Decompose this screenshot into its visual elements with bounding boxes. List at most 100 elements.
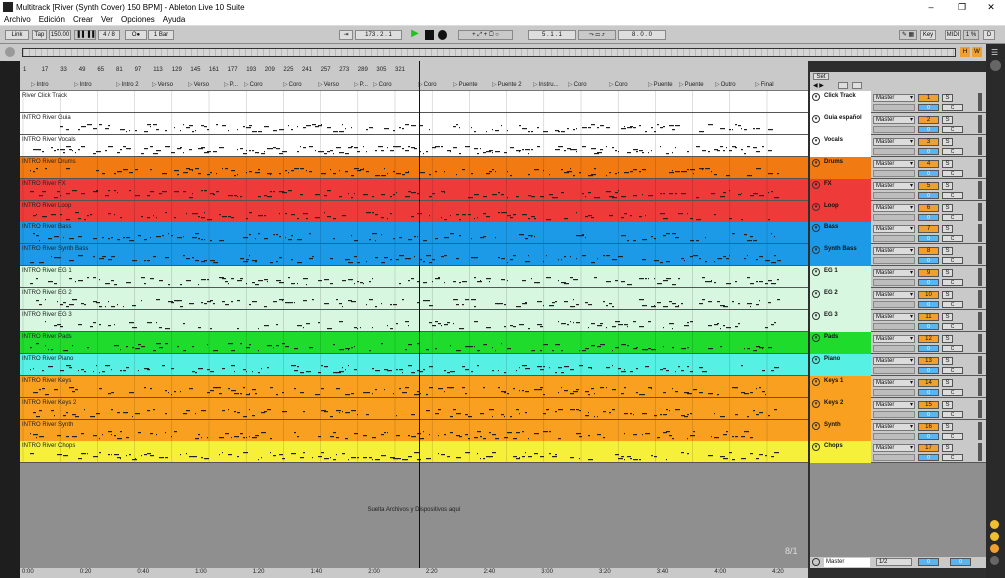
locator[interactable]: Intro 2 (116, 81, 139, 88)
output-channel[interactable] (873, 344, 915, 352)
lock-icon[interactable] (852, 82, 862, 89)
volume-field[interactable]: 0 (918, 454, 939, 462)
volume-field[interactable]: 0 (918, 366, 939, 374)
volume-field[interactable]: 0 (918, 432, 939, 440)
output-channel[interactable] (873, 279, 915, 287)
tap-button[interactable]: Tap (32, 30, 47, 40)
locator[interactable]: Puente 2 (492, 81, 522, 88)
solo-button[interactable]: S (942, 115, 953, 124)
menu-opciones[interactable]: Opciones (121, 15, 155, 24)
master-pan[interactable]: 0 (950, 558, 971, 566)
pan-field[interactable]: C (942, 213, 963, 221)
track-name[interactable]: Guia español (824, 115, 862, 121)
track-name[interactable]: Drums (824, 159, 843, 165)
master-vol[interactable]: 0 (918, 558, 939, 566)
track-activator[interactable]: 17 (918, 444, 939, 453)
track-activator[interactable]: 14 (918, 378, 939, 387)
output-routing[interactable]: Master (873, 378, 915, 387)
output-channel[interactable] (873, 323, 915, 330)
track-lane[interactable]: INTRO River Chops (20, 441, 808, 464)
menu-ver[interactable]: Ver (101, 15, 113, 24)
split-icon[interactable] (838, 82, 848, 89)
track-header[interactable]: ▾Click TrackMaster1S0C (810, 91, 986, 113)
output-routing[interactable]: Master (873, 94, 915, 102)
volume-field[interactable]: 0 (918, 169, 939, 177)
master-arrow-icon[interactable] (812, 558, 820, 566)
solo-button[interactable]: S (942, 422, 953, 431)
track-activator[interactable]: 3 (918, 137, 939, 146)
track-activator[interactable]: 10 (918, 291, 939, 300)
metronome-button[interactable]: O● (125, 30, 147, 40)
solo-button[interactable]: S (942, 94, 953, 102)
track-header[interactable]: ▾PianoMaster13S0C (810, 353, 986, 376)
follow-icon[interactable]: ⇥ (339, 30, 353, 40)
output-channel[interactable] (873, 125, 915, 133)
record-icon[interactable] (438, 30, 447, 40)
volume-field[interactable]: 0 (918, 323, 939, 330)
track-header[interactable]: ▾EG 3Master11S0C (810, 310, 986, 332)
h-button[interactable]: H (960, 47, 970, 57)
track-lane[interactable]: INTRO River EG 3 (20, 310, 808, 332)
pan-field[interactable]: C (942, 169, 963, 177)
key-map-button[interactable]: Key (920, 30, 936, 40)
track-name[interactable]: Vocals (824, 137, 843, 143)
track-lane[interactable]: INTRO River EG 1 (20, 266, 808, 289)
output-channel[interactable] (873, 147, 915, 155)
solo-button[interactable]: S (942, 444, 953, 453)
fold-arrow-icon[interactable]: ▾ (812, 180, 820, 189)
output-channel[interactable] (873, 410, 915, 418)
pan-field[interactable]: C (942, 147, 963, 155)
track-name[interactable]: Pads (824, 334, 838, 340)
track-header[interactable]: ▾EG 2Master10S0C (810, 288, 986, 311)
track-name[interactable]: Piano (824, 356, 840, 362)
track-lane[interactable]: INTRO River FX (20, 178, 808, 201)
fold-arrow-icon[interactable]: ▾ (812, 114, 820, 123)
solo-button[interactable]: S (942, 225, 953, 234)
clip-view-icon[interactable] (990, 520, 999, 529)
menu-archivo[interactable]: Archivo (4, 15, 31, 24)
volume-field[interactable]: 0 (918, 147, 939, 155)
locator[interactable]: Coro (373, 81, 392, 88)
fold-arrow-icon[interactable]: ▾ (812, 93, 820, 101)
stop-icon[interactable] (425, 30, 434, 40)
menu-ayuda[interactable]: Ayuda (163, 15, 186, 24)
volume-field[interactable]: 0 (918, 235, 939, 243)
track-name[interactable]: FX (824, 181, 832, 187)
menu-edicion[interactable]: Edición (39, 15, 65, 24)
automation-icons[interactable]: + ⤢ + ▢ ○ (458, 30, 513, 40)
track-lane[interactable]: INTRO River Synth (20, 419, 808, 442)
solo-button[interactable]: S (942, 159, 953, 168)
track-header[interactable]: ▾FXMaster5S0C (810, 178, 986, 201)
track-name[interactable]: EG 3 (824, 312, 838, 318)
track-header[interactable]: ▾Guia españolMaster2S0C (810, 112, 986, 135)
volume-field[interactable]: 0 (918, 388, 939, 396)
track-activator[interactable]: 8 (918, 247, 939, 256)
output-routing[interactable]: Master (873, 181, 915, 190)
solo-button[interactable]: S (942, 334, 953, 343)
pan-field[interactable]: C (942, 344, 963, 352)
track-name[interactable]: EG 2 (824, 290, 838, 296)
fold-arrow-icon[interactable]: ▾ (812, 312, 820, 320)
solo-button[interactable]: S (942, 181, 953, 190)
volume-field[interactable]: 0 (918, 301, 939, 309)
solo-button[interactable]: S (942, 313, 953, 321)
pan-field[interactable]: C (942, 366, 963, 374)
loop-length-field[interactable]: 8 . 0 . 0 (618, 30, 666, 40)
output-channel[interactable] (873, 235, 915, 243)
fold-arrow-icon[interactable]: ▾ (812, 158, 820, 167)
output-routing[interactable]: Master (873, 444, 915, 453)
track-header[interactable]: ▾SynthMaster16S0C (810, 419, 986, 442)
track-activator[interactable]: 7 (918, 225, 939, 234)
w-button[interactable]: W (972, 47, 982, 57)
output-routing[interactable]: Master (873, 159, 915, 168)
track-name[interactable]: Keys 2 (824, 400, 843, 406)
pan-field[interactable]: C (942, 388, 963, 396)
locator[interactable]: Outro (715, 81, 736, 88)
arrangement-view[interactable]: River Click Track INTRO River Guia INTRO R… (20, 91, 808, 464)
track-header[interactable]: ▾DrumsMaster4S0C (810, 156, 986, 179)
track-lane[interactable]: INTRO River Loop (20, 200, 808, 223)
output-channel[interactable] (873, 366, 915, 374)
track-name[interactable]: Chops (824, 443, 843, 449)
master-route[interactable]: 1/2 (876, 558, 912, 566)
track-header[interactable]: ▾LoopMaster6S0C (810, 200, 986, 223)
